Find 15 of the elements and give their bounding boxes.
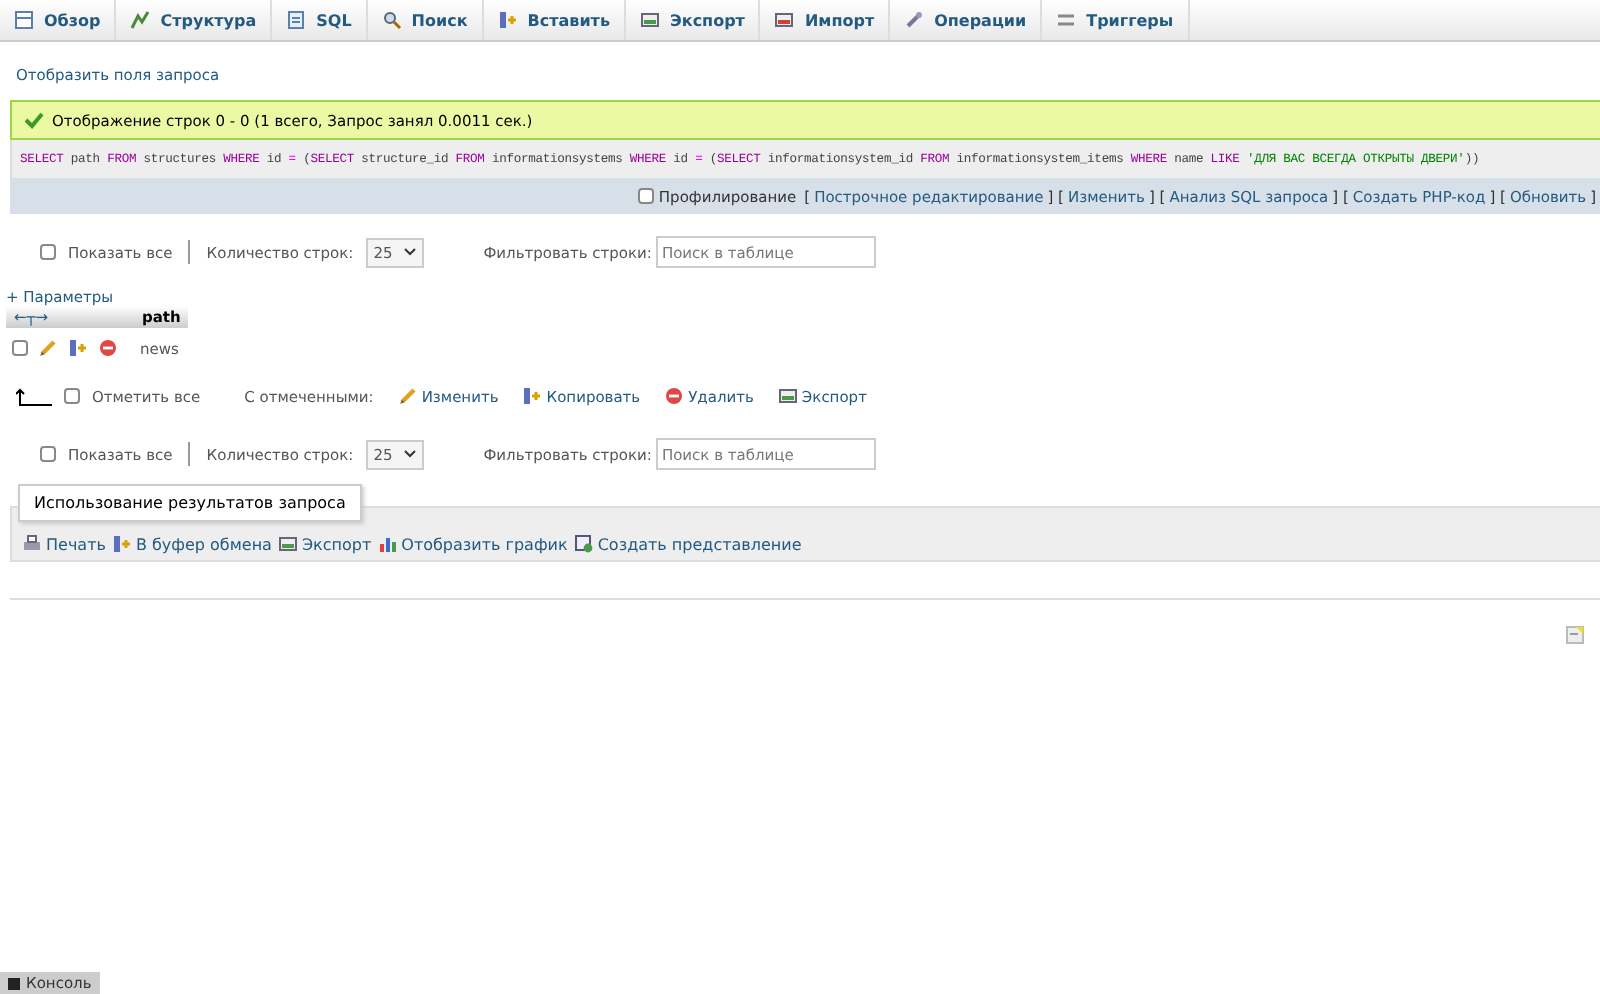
tab[interactable]: Триггеры (1042, 0, 1190, 40)
results-action[interactable]: В буфер обмена (111, 534, 272, 554)
results-action[interactable]: Печать (22, 534, 106, 554)
tab[interactable]: Операции (890, 0, 1043, 40)
results-action[interactable]: Создать представление (573, 534, 802, 554)
tab[interactable]: Поиск (367, 0, 484, 40)
tab[interactable]: SQL (272, 0, 368, 40)
results-action[interactable]: Экспорт (277, 534, 372, 554)
results-legend: Использование результатов запроса (18, 484, 362, 522)
tab[interactable]: Импорт (760, 0, 891, 40)
results-action[interactable]: Отобразить график (377, 534, 568, 554)
tab[interactable]: Вставить (483, 0, 627, 40)
tab[interactable]: Экспорт (626, 0, 761, 40)
tab[interactable]: Структура (116, 0, 273, 40)
tab[interactable]: Обзор (0, 0, 117, 40)
